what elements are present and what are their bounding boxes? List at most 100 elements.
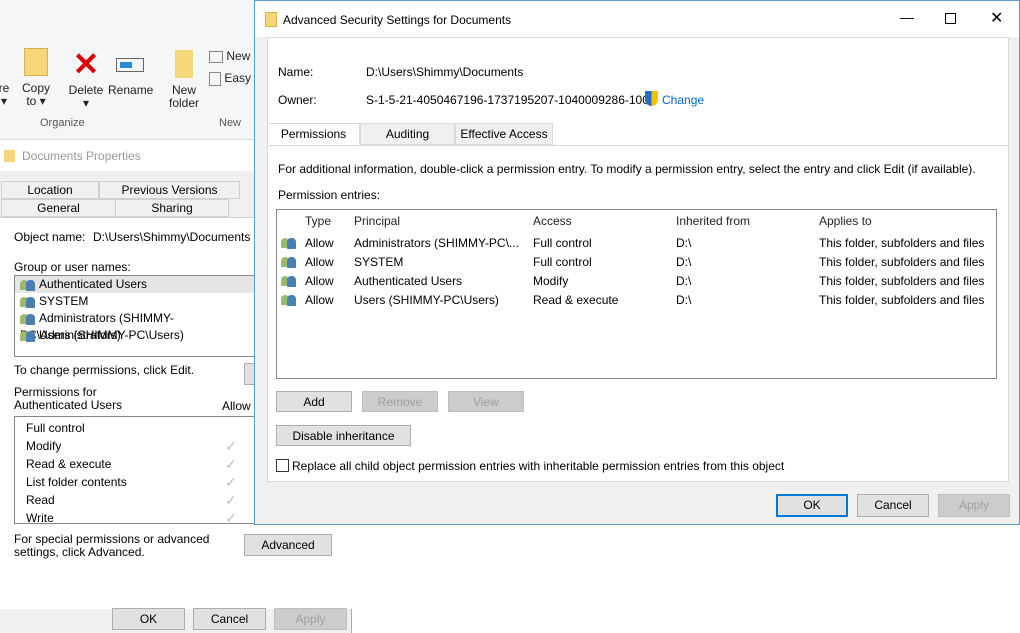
cell: SYSTEM: [354, 255, 404, 269]
delete-button[interactable]: ✕ Delete ▾: [66, 46, 106, 110]
table-row[interactable]: Allow Authenticated Users Modify D:\ This fo…: [277, 272, 996, 291]
advanced-button[interactable]: Advanced: [244, 534, 332, 556]
column-header-access[interactable]: Access: [533, 214, 572, 228]
table-row[interactable]: Allow Users (SHIMMY-PC\Users) Read & execu…: [277, 291, 996, 310]
users-icon: [281, 294, 297, 306]
delete-x-icon: ✕: [72, 46, 100, 82]
allow-check-icon: ✓: [225, 456, 237, 472]
advanced-security-dialog: Advanced Security Settings for Documents…: [254, 0, 1020, 525]
title-bar: Advanced Security Settings for Documents…: [255, 1, 1019, 37]
table-row[interactable]: Allow Administrators (SHIMMY-PC\... Full c…: [277, 234, 996, 253]
special-permissions-text: For special permissions or advanced sett…: [14, 532, 210, 559]
permission-row: List folder contents ✓: [15, 473, 273, 492]
cell: This folder, subfolders and files: [819, 274, 985, 288]
owner-label: Owner:: [278, 93, 317, 107]
maximize-icon[interactable]: [945, 13, 956, 24]
table-row[interactable]: Allow SYSTEM Full control D:\ This folder, s…: [277, 253, 996, 272]
new-folder-button[interactable]: New folder: [166, 50, 202, 110]
tab-sharing[interactable]: Sharing: [115, 199, 229, 217]
cancel-button[interactable]: Cancel: [193, 608, 266, 630]
tab-permissions[interactable]: Permissions: [267, 123, 360, 145]
new-item-icon: [209, 50, 223, 63]
permission-row: Read & execute ✓: [15, 455, 273, 474]
rename-icon: [116, 58, 144, 72]
delete-label: Delete ▾: [68, 83, 104, 110]
cell: Allow: [305, 236, 334, 250]
new-folder-label: New folder: [168, 83, 200, 110]
disable-inheritance-button[interactable]: Disable inheritance: [276, 425, 411, 446]
change-permissions-text: To change permissions, click Edit.: [14, 363, 195, 377]
permission-name: Read & execute: [26, 457, 112, 471]
new-item-button[interactable]: New: [209, 50, 250, 63]
name-value: D:\Users\Shimmy\Documents: [366, 65, 524, 79]
column-header-type[interactable]: Type: [305, 214, 331, 228]
cell: D:\: [676, 293, 692, 307]
users-icon: [20, 313, 36, 325]
column-header-principal[interactable]: Principal: [354, 214, 400, 228]
replace-child-label: Replace all child object permission entr…: [292, 459, 785, 473]
users-icon: [281, 256, 297, 268]
ok-button[interactable]: OK: [112, 608, 185, 630]
easy-access-button[interactable]: Easy: [209, 72, 251, 86]
permissions-list: Full control Modify ✓ Read & execute ✓ List f…: [14, 416, 274, 526]
ribbon-partial-button[interactable]: re ▾: [0, 82, 12, 108]
cell: Allow: [305, 293, 334, 307]
cell: Modify: [533, 274, 569, 288]
user-item[interactable]: Users (SHIMMY-PC\Users): [15, 327, 273, 344]
dialog-title: Advanced Security Settings for Documents: [283, 13, 512, 27]
ok-button[interactable]: OK: [776, 494, 848, 517]
permission-name: Read: [26, 493, 55, 507]
cell: Administrators (SHIMMY-PC\...: [354, 236, 519, 250]
cell: Full control: [533, 236, 592, 250]
user-item[interactable]: SYSTEM: [15, 293, 273, 310]
copy-to-button[interactable]: Copy to ▾: [22, 48, 50, 108]
column-header-inherited-from[interactable]: Inherited from: [676, 214, 750, 228]
info-text: For additional information, double-click…: [278, 162, 976, 176]
tab-effective-access[interactable]: Effective Access: [455, 123, 553, 145]
tab-previous-versions[interactable]: Previous Versions: [99, 181, 240, 199]
allow-check-icon: ✓: [225, 510, 237, 526]
tab-location[interactable]: Location: [1, 181, 99, 199]
users-icon: [20, 279, 36, 291]
users-icon: [20, 330, 36, 342]
minimize-icon[interactable]: —: [900, 9, 914, 25]
permission-row: Full control: [15, 419, 273, 438]
organize-group-label: Organize: [40, 117, 85, 129]
change-owner-link[interactable]: Change: [662, 93, 704, 107]
allow-check-icon: ✓: [225, 492, 237, 508]
folder-copy-icon: [24, 48, 48, 76]
apply-button[interactable]: Apply: [938, 494, 1010, 517]
users-icon: [20, 296, 36, 308]
apply-button[interactable]: Apply: [274, 608, 347, 630]
cell: D:\: [676, 274, 692, 288]
cell: Allow: [305, 255, 334, 269]
add-button[interactable]: Add: [276, 391, 352, 412]
permission-entries-label: Permission entries:: [278, 188, 381, 202]
permission-name: Full control: [26, 421, 85, 435]
remove-button[interactable]: Remove: [362, 391, 438, 412]
user-item[interactable]: Administrators (SHIMMY-PC\Administrators…: [15, 310, 273, 342]
rename-label: Rename: [108, 83, 154, 97]
group-user-list[interactable]: Authenticated Users SYSTEM Administrator…: [14, 275, 274, 357]
column-header-applies-to[interactable]: Applies to: [819, 214, 872, 228]
explorer-ribbon: re ▾ Copy to ▾ ✕ Delete ▾ Rename Organiz…: [0, 0, 255, 140]
rename-button[interactable]: Rename: [108, 50, 154, 97]
view-button[interactable]: View: [448, 391, 524, 412]
folder-icon: [4, 150, 15, 162]
cancel-button[interactable]: Cancel: [857, 494, 929, 517]
cell: Users (SHIMMY-PC\Users): [354, 293, 499, 307]
cell: D:\: [676, 255, 692, 269]
replace-child-checkbox[interactable]: [276, 459, 289, 472]
cell: Full control: [533, 255, 592, 269]
copy-to-label: Copy to ▾: [22, 81, 51, 108]
folder-icon: [265, 12, 277, 27]
permission-entries-table[interactable]: Type Principal Access Inherited from App…: [276, 209, 997, 379]
tab-general[interactable]: General: [1, 199, 116, 217]
cell: Read & execute: [533, 293, 619, 307]
close-icon[interactable]: ✕: [990, 8, 1003, 28]
tab-auditing[interactable]: Auditing: [360, 123, 455, 145]
properties-title: Documents Properties: [22, 149, 141, 163]
users-icon: [281, 237, 297, 249]
user-item[interactable]: Authenticated Users: [15, 276, 273, 293]
new-group-label: New: [219, 117, 242, 129]
